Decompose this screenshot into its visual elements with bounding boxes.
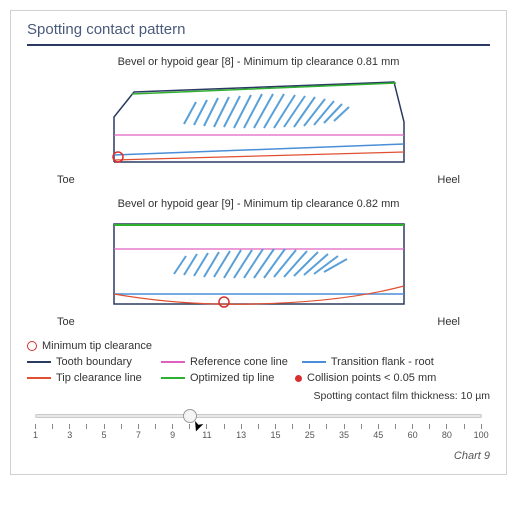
chart-gear-9: Bevel or hypoid gear [9] - Minimum tip c… xyxy=(27,198,490,328)
legend-label: Tooth boundary xyxy=(56,356,132,368)
min-clearance-marker xyxy=(219,297,229,307)
chart1-svg xyxy=(94,72,424,172)
legend-label: Reference cone line xyxy=(190,356,288,368)
toe-label: Toe xyxy=(57,174,75,186)
legend-reference-cone: Reference cone line xyxy=(161,356,288,368)
tip-clearance-line xyxy=(114,286,404,304)
heel-label: Heel xyxy=(437,316,460,328)
legend: Minimum tip clearance Tooth boundary Ref… xyxy=(27,340,490,384)
dot-icon xyxy=(295,375,302,382)
legend-collision: Collision points < 0.05 mm xyxy=(295,372,465,384)
legend-optimized-tip: Optimized tip line xyxy=(161,372,281,384)
legend-label: Minimum tip clearance xyxy=(42,340,152,352)
slider-thumb[interactable] xyxy=(183,409,197,423)
line-icon xyxy=(302,361,326,363)
legend-label: Optimized tip line xyxy=(190,372,274,384)
chart1-title: Bevel or hypoid gear [8] - Minimum tip c… xyxy=(27,56,490,68)
legend-tooth-boundary: Tooth boundary xyxy=(27,356,147,368)
line-icon xyxy=(161,377,185,379)
chart2-axis: Toe Heel xyxy=(27,314,490,328)
spotting-panel: Spotting contact pattern Bevel or hypoid… xyxy=(10,10,507,475)
optimized-tip-line xyxy=(132,83,396,94)
legend-label: Collision points < 0.05 mm xyxy=(307,372,436,384)
legend-label: Tip clearance line xyxy=(56,372,142,384)
legend-transition-flank: Transition flank - root xyxy=(302,356,452,368)
slider-label: Spotting contact film thickness: 10 µm xyxy=(27,390,490,402)
panel-title: Spotting contact pattern xyxy=(27,21,490,38)
circle-icon xyxy=(27,341,37,351)
contact-patch xyxy=(184,94,349,128)
slider-track[interactable] xyxy=(35,414,482,418)
divider xyxy=(27,44,490,46)
chart1-axis: Toe Heel xyxy=(27,172,490,186)
legend-min-clearance: Minimum tip clearance xyxy=(27,340,152,352)
chart2-svg xyxy=(94,214,424,314)
legend-tip-clearance: Tip clearance line xyxy=(27,372,147,384)
legend-label: Transition flank - root xyxy=(331,356,434,368)
film-thickness-slider[interactable]: ➤ 135791113152535456080100 xyxy=(27,406,490,446)
line-icon xyxy=(161,361,185,363)
toe-label: Toe xyxy=(57,316,75,328)
line-icon xyxy=(27,361,51,363)
chart-id-label: Chart 9 xyxy=(27,450,490,462)
line-icon xyxy=(27,377,51,379)
chart-gear-8: Bevel or hypoid gear [8] - Minimum tip c… xyxy=(27,56,490,186)
chart2-title: Bevel or hypoid gear [9] - Minimum tip c… xyxy=(27,198,490,210)
tooth-boundary xyxy=(114,224,404,304)
slider-ticks: 135791113152535456080100 xyxy=(35,424,482,429)
heel-label: Heel xyxy=(437,174,460,186)
contact-patch xyxy=(174,249,347,278)
